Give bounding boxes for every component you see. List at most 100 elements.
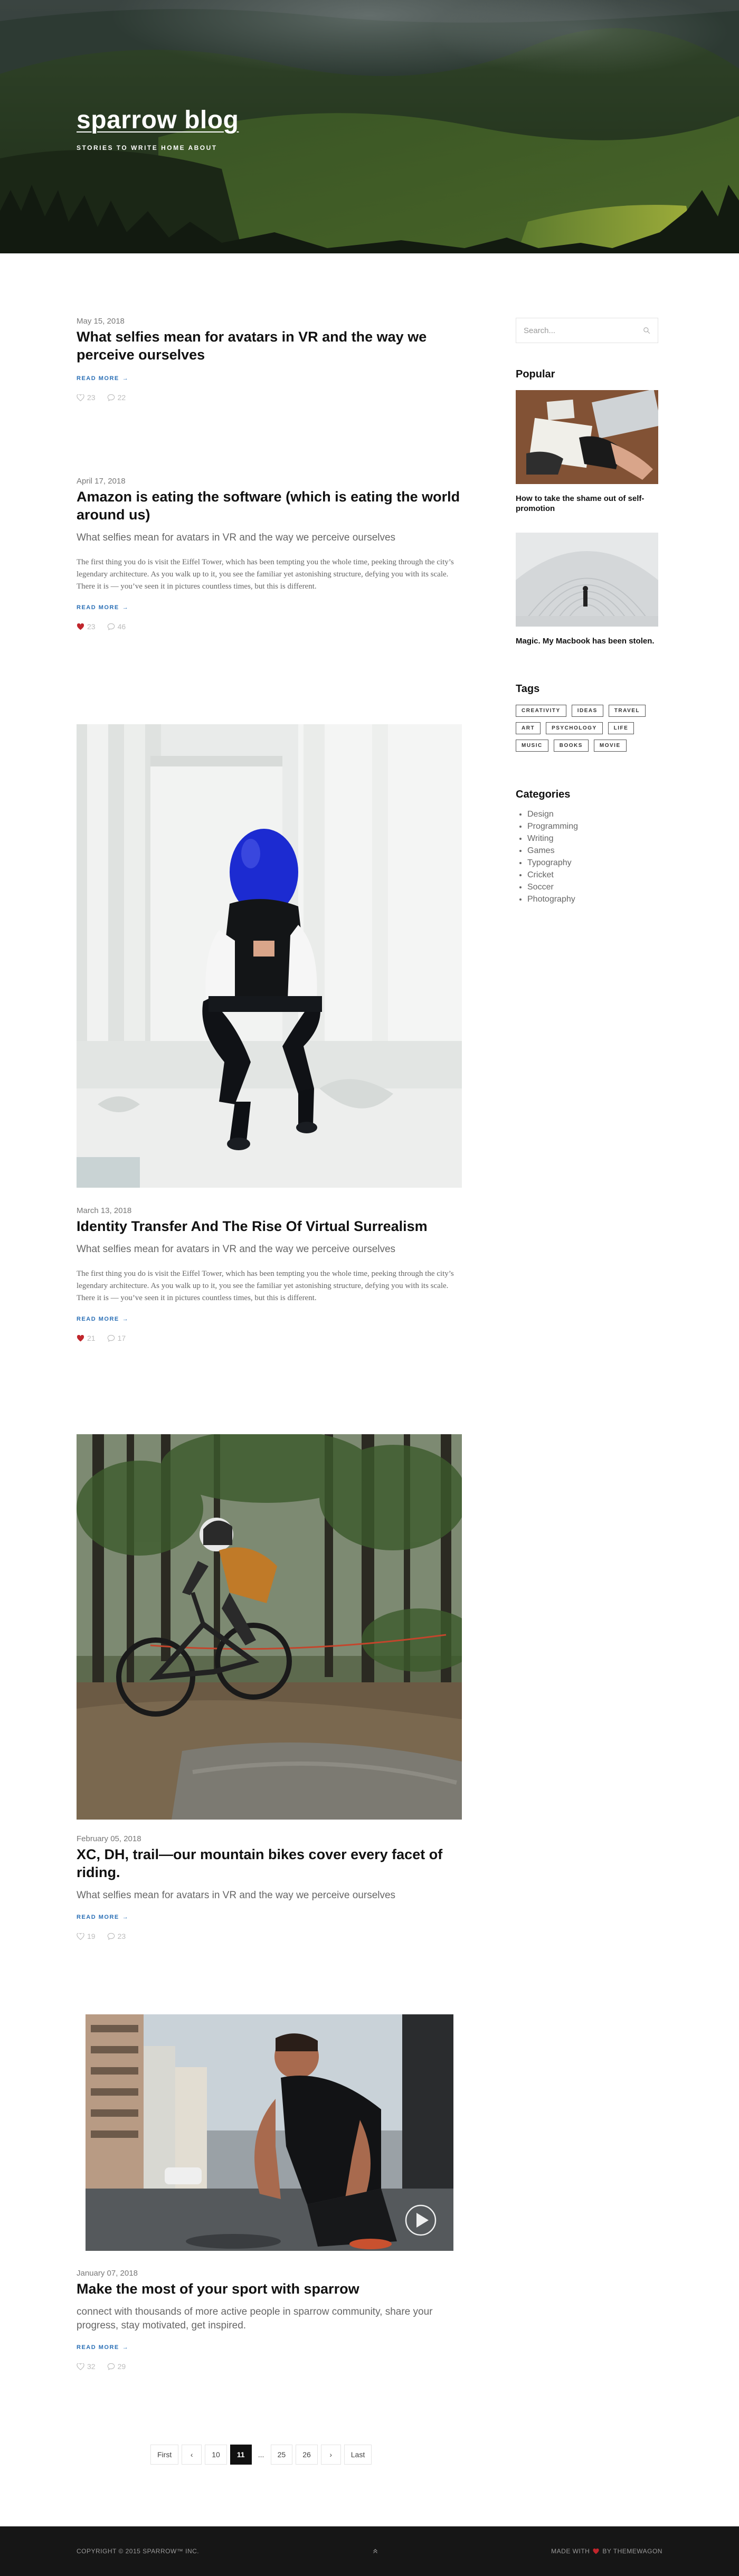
search-box: [516, 318, 658, 343]
popular-heading: Popular: [516, 368, 555, 380]
popular-post[interactable]: How to take the shame out of self-promot…: [516, 390, 658, 514]
read-more-link[interactable]: READ MORE →: [77, 1316, 129, 1322]
comments-count: 23: [117, 1932, 126, 1940]
category-item[interactable]: Soccer: [527, 881, 658, 893]
tag-creativity[interactable]: CREATIVITY: [516, 705, 566, 717]
comments-count: 17: [117, 1334, 126, 1342]
category-item[interactable]: Cricket: [527, 869, 658, 881]
comment-bubble-icon: [107, 623, 115, 630]
likes-stat[interactable]: 21: [77, 1334, 96, 1342]
made-with-label: MADE WITH: [551, 2547, 590, 2555]
likes-count: 23: [87, 622, 96, 631]
post-title[interactable]: Amazon is eating the software (which is …: [77, 488, 462, 524]
category-item[interactable]: Design: [527, 808, 658, 820]
tag-movie[interactable]: MOVIE: [593, 740, 627, 752]
popular-post-image: [516, 533, 658, 627]
brand: sparrow blog STORIES TO WRITE HOME ABOUT: [77, 106, 239, 151]
heart-outline-icon: [77, 2363, 84, 2370]
category-item[interactable]: Games: [527, 845, 658, 857]
heart-outline-icon: [77, 1933, 84, 1940]
blog-title[interactable]: sparrow blog: [77, 106, 239, 135]
post-video-runner[interactable]: [86, 2014, 453, 2251]
comments-stat[interactable]: 22: [107, 393, 126, 402]
post-subtitle: What selfies mean for avatars in VR and …: [77, 532, 396, 543]
comments-stat[interactable]: 23: [107, 1932, 126, 1940]
read-more-link[interactable]: READ MORE →: [77, 2344, 129, 2351]
post-image-bike[interactable]: [77, 1434, 462, 1820]
page-number[interactable]: 10: [205, 2445, 227, 2465]
read-more-link[interactable]: READ MORE →: [77, 1914, 129, 1920]
search-icon[interactable]: [643, 327, 650, 334]
page-prev-button[interactable]: ‹: [182, 2445, 202, 2465]
tag-psychology[interactable]: PSYCHOLOGY: [546, 722, 603, 734]
tag-ideas[interactable]: IDEAS: [571, 705, 603, 717]
page-number[interactable]: 25: [270, 2445, 293, 2465]
scroll-to-top-button[interactable]: [372, 2547, 379, 2555]
page-number-active[interactable]: 11: [230, 2445, 252, 2465]
search-input[interactable]: [524, 326, 629, 335]
heart-filled-icon: [77, 623, 84, 630]
author-credit-link[interactable]: BY THEMEWAGON: [602, 2547, 662, 2555]
post-subtitle: What selfies mean for avatars in VR and …: [77, 1244, 396, 1255]
arrow-right-icon: →: [122, 2344, 129, 2351]
post-card: March 13, 2018 Identity Transfer And The…: [77, 1206, 462, 1342]
read-more-link[interactable]: READ MORE →: [77, 604, 129, 611]
comments-stat[interactable]: 17: [107, 1334, 126, 1342]
categories-heading: Categories: [516, 789, 571, 800]
likes-stat[interactable]: 19: [77, 1932, 96, 1940]
comments-stat[interactable]: 29: [107, 2362, 126, 2371]
tag-art[interactable]: ART: [516, 722, 541, 734]
post-date: February 05, 2018: [77, 1834, 141, 1843]
post-title[interactable]: Identity Transfer And The Rise Of Virtua…: [77, 1217, 462, 1235]
chevron-left-icon: ‹: [190, 2450, 193, 2459]
post-excerpt: The first thing you do is visit the Eiff…: [77, 558, 454, 591]
blog-tagline: STORIES TO WRITE HOME ABOUT: [77, 144, 217, 151]
copyright-text: COPYRIGHT © 2015 SPARROW™ INC.: [77, 2547, 200, 2555]
post-title[interactable]: What selfies mean for avatars in VR and …: [77, 328, 462, 364]
read-more-link[interactable]: READ MORE →: [77, 375, 129, 382]
post-date: March 13, 2018: [77, 1206, 132, 1215]
likes-stat[interactable]: 23: [77, 393, 96, 402]
post-image-balloon[interactable]: [77, 724, 462, 1188]
likes-count: 23: [87, 393, 96, 402]
tag-life[interactable]: LIFE: [608, 722, 634, 734]
category-item[interactable]: Programming: [527, 820, 658, 832]
pagination: First ‹ 10 11 ... 25 26 › Last: [150, 2445, 372, 2465]
post-stats: 32 29: [77, 2362, 462, 2371]
comments-count: 29: [117, 2362, 126, 2371]
tag-music[interactable]: MUSIC: [516, 740, 548, 752]
post-stats: 23 22: [77, 393, 462, 402]
page-last-button[interactable]: Last: [344, 2445, 372, 2465]
post-subtitle: What selfies mean for avatars in VR and …: [77, 1890, 396, 1901]
page-first-button[interactable]: First: [150, 2445, 179, 2465]
comments-stat[interactable]: 46: [107, 622, 126, 631]
chevron-right-icon: ›: [329, 2450, 333, 2459]
double-chevron-up-icon: [373, 2549, 377, 2553]
post-title[interactable]: XC, DH, trail—our mountain bikes cover e…: [77, 1845, 462, 1881]
category-item[interactable]: Writing: [527, 832, 658, 845]
page-next-button[interactable]: ›: [320, 2445, 341, 2465]
heart-outline-icon: [77, 394, 84, 401]
post-card: January 07, 2018 Make the most of your s…: [77, 2269, 462, 2371]
page-number[interactable]: 26: [296, 2445, 318, 2465]
arrow-right-icon: →: [122, 604, 129, 611]
post-title[interactable]: Make the most of your sport with sparrow: [77, 2280, 462, 2298]
category-item[interactable]: Typography: [527, 857, 658, 869]
likes-stat[interactable]: 32: [77, 2362, 96, 2371]
category-item[interactable]: Photography: [527, 893, 658, 905]
post-card: April 17, 2018 Amazon is eating the soft…: [77, 477, 462, 631]
post-card: February 05, 2018 XC, DH, trail—our moun…: [77, 1834, 462, 1940]
popular-post[interactable]: Magic. My Macbook has been stolen.: [516, 533, 658, 646]
post-stats: 23 46: [77, 622, 462, 631]
tag-travel[interactable]: TRAVEL: [608, 705, 646, 717]
post-subtitle: connect with thousands of more active pe…: [77, 2306, 433, 2331]
tag-cloud: CREATIVITY IDEAS TRAVEL ART PSYCHOLOGY L…: [516, 705, 658, 752]
popular-post-title: Magic. My Macbook has been stolen.: [516, 637, 655, 646]
tag-books[interactable]: BOOKS: [553, 740, 589, 752]
likes-stat[interactable]: 23: [77, 622, 96, 631]
comment-bubble-icon: [107, 2363, 115, 2370]
page-ellipsis: ...: [254, 2445, 268, 2465]
read-more-label: READ MORE: [77, 604, 119, 611]
tags-heading: Tags: [516, 683, 540, 695]
runner-video-thumbnail: [86, 2014, 453, 2251]
